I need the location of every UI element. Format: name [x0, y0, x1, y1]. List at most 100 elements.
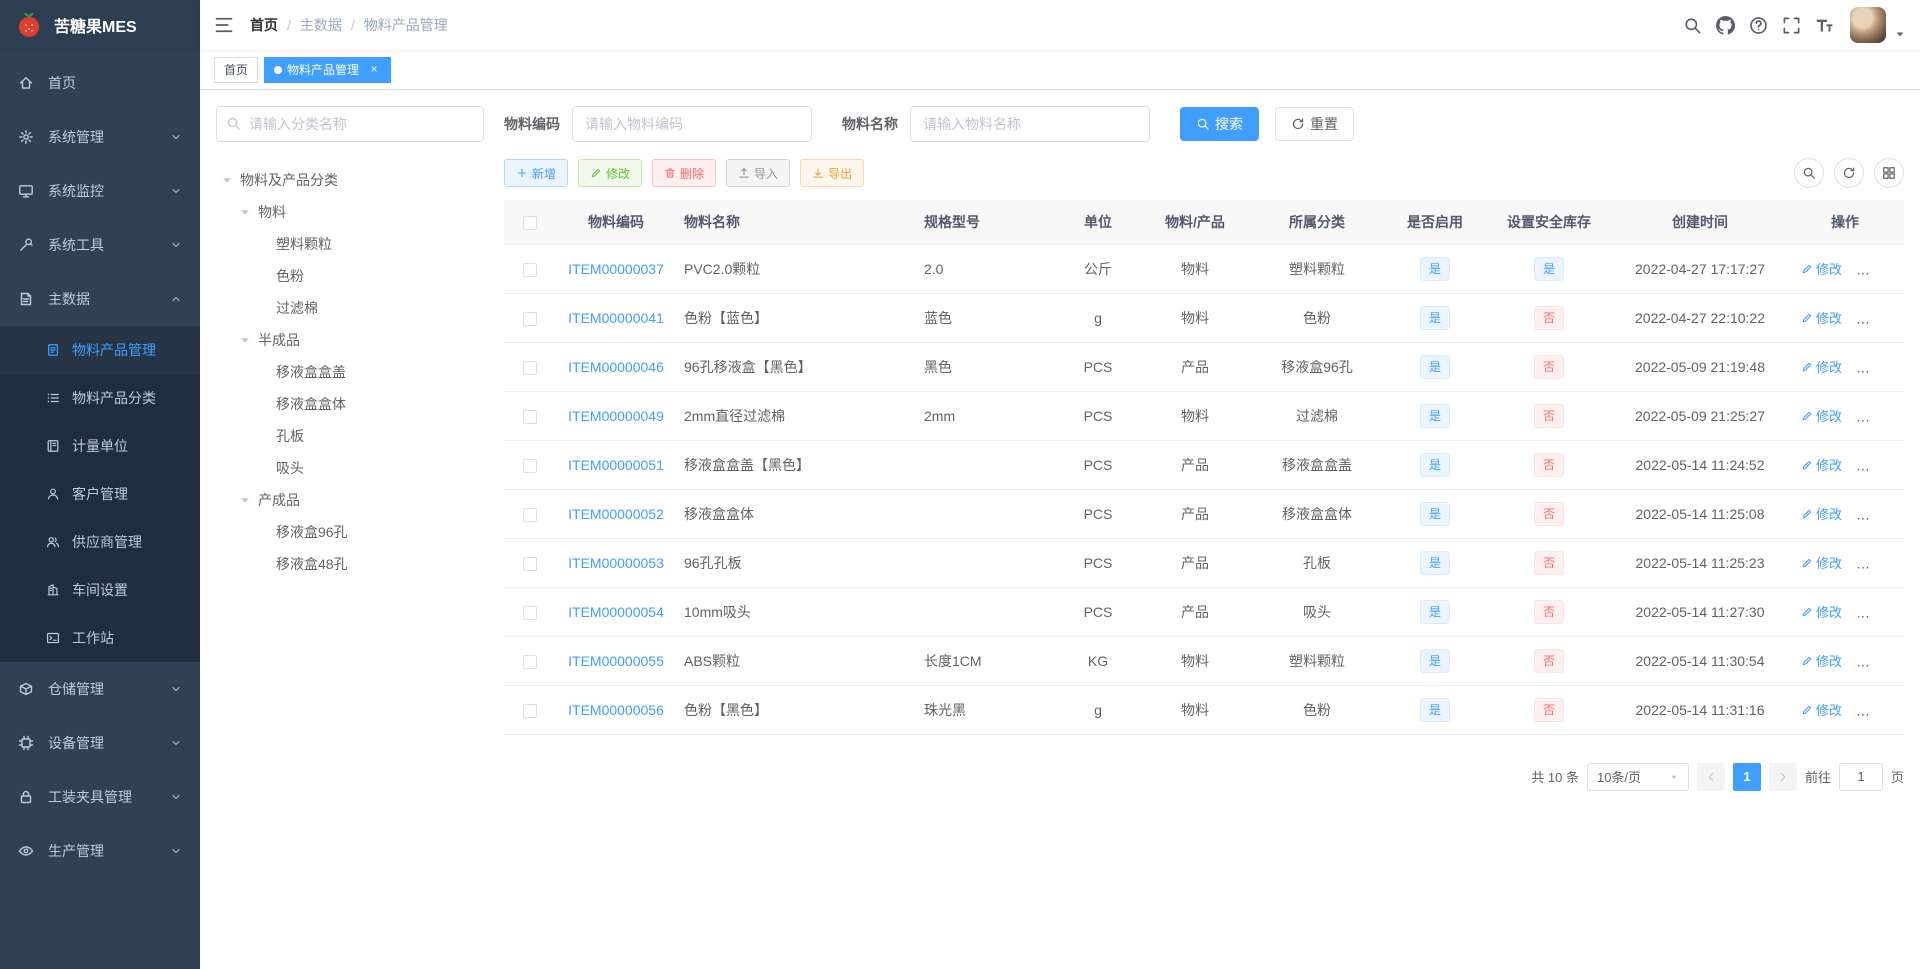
row-edit-link[interactable]: 修改	[1801, 504, 1842, 523]
breadcrumb-item[interactable]: 首页	[250, 15, 278, 35]
material-code-link[interactable]: ITEM00000056	[568, 702, 664, 718]
sidebar-item-workstation[interactable]: 工作站	[0, 614, 200, 662]
row-edit-link[interactable]: 修改	[1801, 553, 1842, 572]
delete-button[interactable]: 删除	[652, 159, 717, 187]
row-checkbox[interactable]	[523, 556, 537, 571]
sidebar-item-material-product-category[interactable]: 物料产品分类	[0, 374, 200, 422]
sidebar-item-system-tools[interactable]: 系统工具	[0, 218, 200, 272]
tree-node[interactable]: 移液盒48孔	[216, 548, 484, 580]
tree-expand-caret-icon[interactable]	[238, 205, 252, 219]
sidebar-item-system-manage[interactable]: 系统管理	[0, 110, 200, 164]
row-checkbox[interactable]	[523, 311, 537, 326]
breadcrumb-item[interactable]: 主数据	[300, 15, 342, 35]
help-icon[interactable]	[1749, 16, 1768, 35]
tree-node[interactable]: 移液盒盒盖	[216, 356, 484, 388]
sidebar-item-customer-manage[interactable]: 客户管理	[0, 470, 200, 518]
tree-node[interactable]: 产成品	[216, 484, 484, 516]
tree-node[interactable]: 过滤棉	[216, 292, 484, 324]
material-code-link[interactable]: ITEM00000055	[568, 653, 664, 669]
sidebar-item-supplier-manage[interactable]: 供应商管理	[0, 518, 200, 566]
material-code-link[interactable]: ITEM00000053	[568, 555, 664, 571]
logo[interactable]: 苦糖果MES	[0, 0, 200, 50]
search-icon[interactable]	[1683, 16, 1702, 35]
row-checkbox[interactable]	[523, 605, 537, 620]
tree-expand-caret-icon[interactable]	[220, 173, 234, 187]
font-size-icon[interactable]	[1815, 16, 1834, 35]
sidebar-item-equipment-manage[interactable]: 设备管理	[0, 716, 200, 770]
sidebar-item-system-monitor[interactable]: 系统监控	[0, 164, 200, 218]
row-checkbox[interactable]	[523, 654, 537, 669]
prev-page-button[interactable]	[1696, 762, 1725, 791]
tab-close-icon[interactable]: ×	[367, 62, 381, 77]
row-checkbox[interactable]	[523, 703, 537, 718]
reset-button[interactable]: 重置	[1275, 107, 1354, 141]
material-code-link[interactable]: ITEM00000037	[568, 261, 664, 277]
category-search-input[interactable]	[216, 106, 484, 142]
tree-node[interactable]: 吸头	[216, 452, 484, 484]
row-checkbox[interactable]	[523, 458, 537, 473]
column-settings-button[interactable]	[1874, 158, 1904, 188]
github-icon[interactable]	[1716, 15, 1735, 35]
material-code-link[interactable]: ITEM00000041	[568, 310, 664, 326]
material-code-link[interactable]: ITEM00000046	[568, 359, 664, 375]
export-button[interactable]: 导出	[800, 159, 865, 187]
row-edit-link[interactable]: 修改	[1801, 455, 1842, 474]
tree-node[interactable]: 色粉	[216, 260, 484, 292]
row-checkbox[interactable]	[523, 409, 537, 424]
tree-node[interactable]: 物料及产品分类	[216, 164, 484, 196]
refresh-table-button[interactable]	[1834, 158, 1864, 188]
page-size-select[interactable]: 10条/页	[1586, 762, 1689, 791]
show-search-button[interactable]	[1794, 158, 1824, 188]
material-name-input[interactable]	[910, 106, 1150, 142]
tree-node[interactable]: 半成品	[216, 324, 484, 356]
tree-node[interactable]: 塑料颗粒	[216, 228, 484, 260]
material-code-input[interactable]	[572, 106, 812, 142]
hamburger-icon[interactable]	[214, 15, 234, 35]
material-code-link[interactable]: ITEM00000049	[568, 408, 664, 424]
sidebar-item-home[interactable]: 首页	[0, 56, 200, 110]
search-button[interactable]: 搜索	[1180, 107, 1259, 141]
sidebar-item-master-data[interactable]: 主数据	[0, 272, 200, 326]
goto-page-input[interactable]	[1838, 762, 1883, 791]
tree-expand-caret-icon[interactable]	[238, 493, 252, 507]
goto-label: 前往	[1804, 770, 1831, 785]
tree-expand-caret-icon[interactable]	[238, 333, 252, 347]
row-edit-link[interactable]: 修改	[1801, 259, 1842, 278]
table-row: ITEM00000041 色粉【蓝色】 蓝色 g 物料 色粉 是 否 2022-04-27 22…	[504, 293, 1904, 343]
page-button-1[interactable]: 1	[1732, 762, 1761, 791]
enabled-badge: 是	[1419, 501, 1450, 526]
edit-button[interactable]: 修改	[578, 159, 643, 187]
import-button[interactable]: 导入	[726, 159, 791, 187]
row-edit-link[interactable]: 修改	[1801, 406, 1842, 425]
sidebar-item-production-manage[interactable]: 生产管理	[0, 824, 200, 878]
row-checkbox[interactable]	[523, 507, 537, 522]
material-code-link[interactable]: ITEM00000051	[568, 457, 664, 473]
material-code-link[interactable]: ITEM00000054	[568, 604, 664, 620]
sidebar-item-workshop-setting[interactable]: 车间设置	[0, 566, 200, 614]
tree-node[interactable]: 移液盒盒体	[216, 388, 484, 420]
tab-home[interactable]: 首页	[214, 56, 259, 83]
row-edit-link[interactable]: 修改	[1801, 651, 1842, 670]
row-edit-link[interactable]: 修改	[1801, 308, 1842, 327]
next-page-button[interactable]	[1768, 762, 1797, 791]
tab-material-product-manage[interactable]: 物料产品管理 ×	[264, 56, 392, 83]
tree-node[interactable]: 移液盒96孔	[216, 516, 484, 548]
select-all-checkbox[interactable]	[523, 215, 537, 230]
add-button[interactable]: 新增	[504, 159, 569, 187]
row-checkbox[interactable]	[523, 262, 537, 277]
sidebar-item-fixture-manage[interactable]: 工装夹具管理	[0, 770, 200, 824]
row-edit-link[interactable]: 修改	[1801, 357, 1842, 376]
row-checkbox[interactable]	[523, 360, 537, 375]
fullscreen-icon[interactable]	[1782, 16, 1801, 35]
material-code-link[interactable]: ITEM00000052	[568, 506, 664, 522]
user-avatar[interactable]	[1850, 7, 1886, 43]
sidebar-item-material-product-manage[interactable]: 物料产品管理	[0, 326, 200, 374]
tree-node[interactable]: 物料	[216, 196, 484, 228]
sidebar-item-measure-unit[interactable]: 计量单位	[0, 422, 200, 470]
avatar-caret-down-icon[interactable]	[1894, 28, 1906, 40]
tree-node[interactable]: 孔板	[216, 420, 484, 452]
sidebar-item-warehouse-manage[interactable]: 仓储管理	[0, 662, 200, 716]
row-edit-link[interactable]: 修改	[1801, 700, 1842, 719]
cell-select	[504, 489, 556, 539]
row-edit-link[interactable]: 修改	[1801, 602, 1842, 621]
